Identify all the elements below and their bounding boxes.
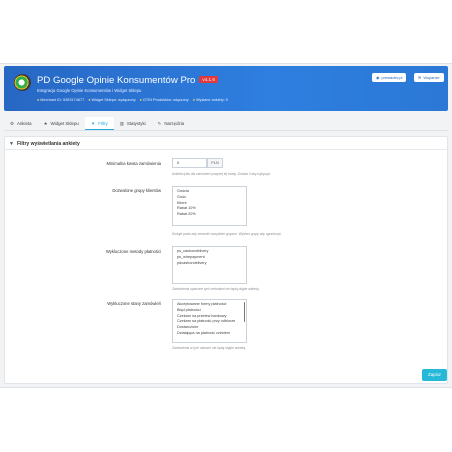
prestadev-button[interactable]: ◉ prestadev.pl (372, 73, 407, 82)
bar-chart-icon: ▥ (119, 121, 124, 126)
gear-icon: ⚙ (10, 121, 14, 126)
tab-bar: ⚙ Ankieta ★ Widget Sklepu ▼ Filtry ▥ Statyst… (4, 117, 448, 131)
list-item[interactable]: Działająca na płatność czekiem (177, 331, 242, 337)
payment-methods-select[interactable]: ps_cashondelivery ps_wirepayment pdcasho… (172, 246, 247, 284)
save-button[interactable]: Zapisz (422, 369, 447, 381)
google-logo-icon (14, 74, 31, 91)
status-dot-icon: ● (192, 98, 195, 102)
status-widget: ●Widget Sklepu: wyłączony (88, 98, 136, 102)
order-states-label: Wykluczone stany zamówień (107, 301, 161, 306)
status-dot-icon: ● (88, 98, 91, 102)
module-subtitle: Integracja Google Opinie Konsumentów i W… (37, 88, 142, 93)
order-states-select[interactable]: Akceptowane formy płatności Błąd płatnoś… (172, 299, 247, 343)
tab-filters[interactable]: ▼ Filtry (84, 117, 114, 130)
currency-addon: PLN (207, 158, 223, 168)
min-amount-input[interactable]: 0 (172, 158, 207, 168)
support-button[interactable]: ✉ Wsparcie (414, 73, 444, 82)
globe-icon: ◉ (376, 75, 380, 80)
order-states-help: Zamówienia w tych stanach nie będą objęt… (172, 346, 246, 350)
customer-groups-help: Dodaje pusta aby zezwolić wszystkim grup… (172, 232, 283, 236)
envelope-icon: ✉ (418, 75, 422, 80)
tab-statistics[interactable]: ▥ Statystyki (114, 117, 152, 130)
divider (5, 149, 447, 150)
tab-tools[interactable]: ✎ Narzędzia (152, 117, 190, 130)
payment-methods-help: Zamówienia opłacone tymi metodami nie bę… (172, 287, 260, 291)
status-dot-icon: ● (139, 98, 142, 102)
filter-icon: ▼ (9, 141, 14, 147)
status-surveys: ●Wysłane ankiety: 0 (192, 98, 228, 102)
payment-methods-label: Wykluczone metody płatności (105, 249, 161, 254)
version-badge: v4.1.6 (199, 76, 218, 83)
filters-panel: ▼ Filtry wyświetlania ankiety Minimalna k… (4, 136, 448, 384)
status-dot-icon: ● (37, 98, 40, 102)
customer-groups-label: Dozwolone grupy klientów (112, 188, 161, 193)
min-amount-help: Ankieta tylko dla zamówień powyżej tej k… (172, 172, 272, 176)
module-header: PD Google Opinie Konsumentów Pro v4.1.6 I… (4, 66, 448, 111)
min-amount-label: Minimalna kwota zamówienia (106, 161, 161, 166)
filter-icon: ▼ (90, 121, 96, 126)
status-gtin: ●GTIN Produktów: włączony (139, 98, 189, 102)
tab-store-widget[interactable]: ★ Widget Sklepu (38, 117, 85, 130)
star-icon: ★ (43, 121, 48, 126)
list-item[interactable]: pdcashondelivery (177, 261, 242, 267)
scrollbar[interactable] (243, 302, 245, 322)
list-item[interactable]: Rabat 20% (177, 212, 242, 218)
tab-survey[interactable]: ⚙ Ankieta (4, 117, 38, 130)
status-row: ●Merchant ID: 5393174677 ●Widget Sklepu:… (37, 98, 228, 102)
status-merchant: ●Merchant ID: 5393174677 (37, 98, 85, 102)
wrench-icon: ✎ (157, 121, 162, 126)
module-title: PD Google Opinie Konsumentów Pro v4.1.6 (37, 75, 218, 86)
panel-title: ▼ Filtry wyświetlania ankiety (9, 141, 80, 147)
customer-groups-select[interactable]: Gościa Gość Klient Rabat 10% Rabat 20% (172, 186, 247, 226)
